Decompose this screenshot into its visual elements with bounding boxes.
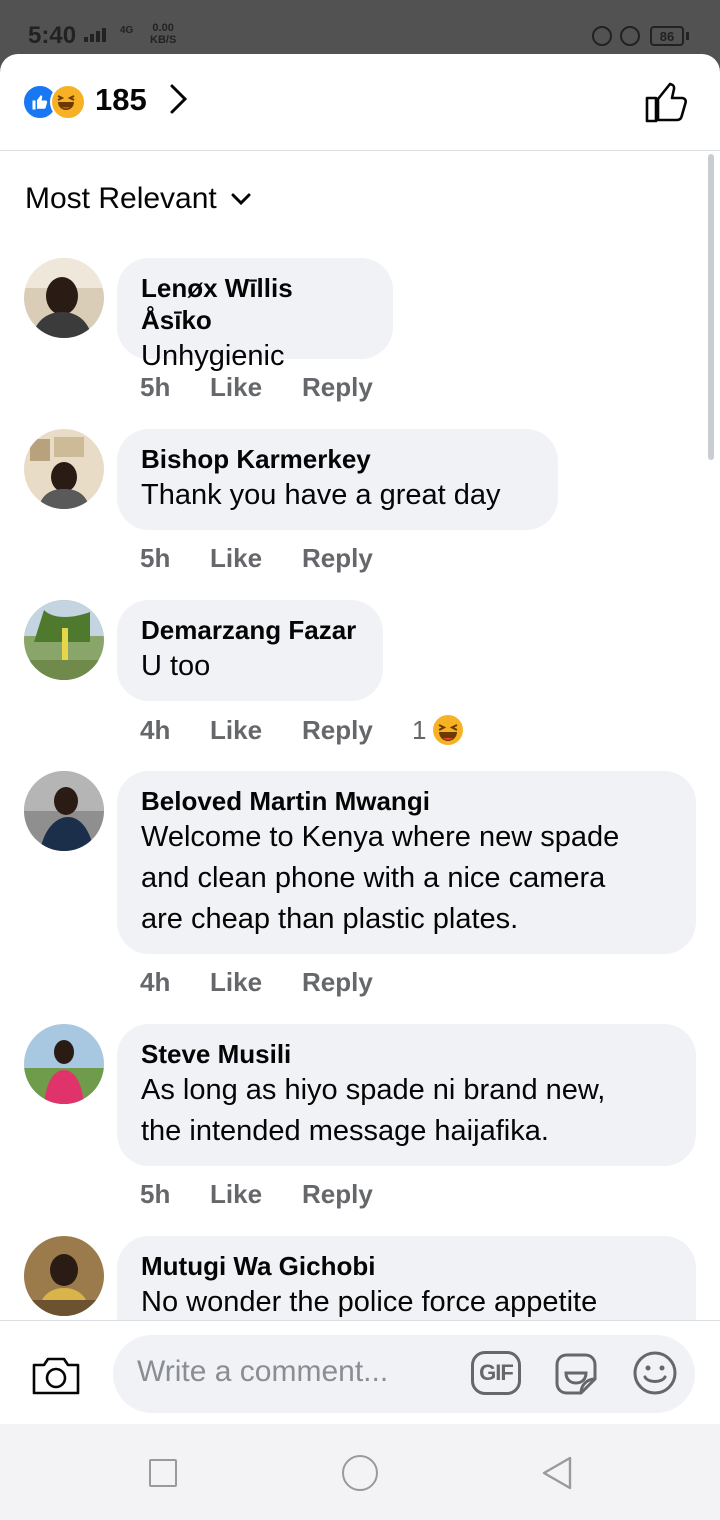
sticker-icon[interactable] [551,1349,601,1404]
comment-bubble[interactable]: Steve Musili As long as hiyo spade ni br… [117,1024,696,1166]
comments-sheet: 185 Most Relevant Lenøx Wīllis Åsīko Unh… [0,54,720,1520]
comment-actions: 5h Like Reply [140,372,412,403]
rotation-lock-icon [620,26,640,46]
comment-composer: Write a comment... GIF [0,1320,720,1425]
like-button[interactable]: Like [210,372,302,403]
comment-input[interactable]: Write a comment... GIF [113,1335,695,1413]
comment-bubble[interactable]: Beloved Martin Mwangi Welcome to Kenya w… [117,771,696,954]
comment-time[interactable]: 4h [140,967,210,998]
home-button[interactable] [342,1455,378,1491]
avatar[interactable] [24,1236,104,1316]
chevron-down-icon [231,193,251,206]
like-button[interactable]: Like [210,715,302,746]
commenter-name[interactable]: Steve Musili [141,1038,672,1070]
like-button[interactable]: Like [210,543,302,574]
battery-tip [686,32,689,40]
reply-button[interactable]: Reply [302,967,412,998]
comment-actions: 5h Like Reply [140,543,412,574]
comment-text: are cheap than plastic plates. [141,903,519,935]
scrollbar[interactable] [708,154,714,460]
reply-button[interactable]: Reply [302,1179,412,1210]
gif-button[interactable]: GIF [471,1351,521,1395]
network-label: 4G [120,25,134,36]
haha-reaction-icon [433,715,464,745]
reply-button[interactable]: Reply [302,372,412,403]
comment-reaction-count: 1 [412,714,427,745]
commenter-name[interactable]: Bishop Karmerkey [141,443,534,475]
comment-text: Welcome to Kenya where new spade [141,821,620,853]
comment-text: Unhygienic [141,340,285,372]
reply-button[interactable]: Reply [302,715,412,746]
reaction-count[interactable]: 185 [95,82,147,118]
comment-time[interactable]: 4h [140,715,210,746]
comment-text: the intended message haijafika. [141,1115,549,1147]
comment-reactions[interactable]: 1 [412,714,464,746]
signal-icon [84,28,106,42]
battery-icon: 86 [650,26,684,46]
emoji-icon[interactable] [631,1349,679,1402]
recents-button[interactable] [149,1459,177,1487]
comment-text: As long as hiyo spade ni brand new, [141,1074,606,1106]
chevron-right-icon[interactable] [168,82,190,121]
commenter-name[interactable]: Demarzang Fazar [141,614,359,646]
commenter-name[interactable]: Lenøx Wīllis Åsīko [141,272,369,336]
system-nav-bar [0,1424,720,1520]
reaction-summary[interactable] [22,84,90,120]
like-button[interactable]: Like [210,967,302,998]
comment-actions: 4h Like Reply [140,967,412,998]
commenter-name[interactable]: Beloved Martin Mwangi [141,785,672,817]
comment-placeholder: Write a comment... [137,1355,389,1388]
status-time: 5:40 [28,22,77,49]
comment-time[interactable]: 5h [140,543,210,574]
comment-text: Thank you have a great day [141,479,501,511]
sort-label: Most Relevant [25,182,217,215]
data-saver-icon [592,26,612,46]
comment-text: and clean phone with a nice camera [141,862,606,894]
comment-text: No wonder the police force appetite [141,1286,598,1318]
network-speed: 0.00 KB/S [150,22,177,46]
comment-actions: 5h Like Reply [140,1179,412,1210]
avatar[interactable] [24,771,104,851]
haha-reaction-icon [50,84,86,120]
camera-icon[interactable] [30,1353,82,1402]
avatar[interactable] [24,1024,104,1104]
thumbs-up-icon[interactable] [644,80,690,129]
commenter-name[interactable]: Mutugi Wa Gichobi [141,1250,672,1282]
comment-bubble[interactable]: Demarzang Fazar U too [117,600,383,701]
reply-button[interactable]: Reply [302,543,412,574]
comment-time[interactable]: 5h [140,1179,210,1210]
avatar[interactable] [24,600,104,680]
back-button[interactable] [540,1455,574,1496]
comment-actions: 4h Like Reply 1 [140,714,464,746]
like-button[interactable]: Like [210,1179,302,1210]
comment-bubble[interactable]: Bishop Karmerkey Thank you have a great … [117,429,558,530]
comment-bubble[interactable]: Lenøx Wīllis Åsīko Unhygienic [117,258,393,372]
avatar[interactable] [24,258,104,338]
sort-dropdown[interactable]: Most Relevant [25,182,251,216]
reactions-header: 185 [0,54,720,151]
comment-time[interactable]: 5h [140,372,210,403]
avatar[interactable] [24,429,104,509]
comment-text: U too [141,650,211,682]
